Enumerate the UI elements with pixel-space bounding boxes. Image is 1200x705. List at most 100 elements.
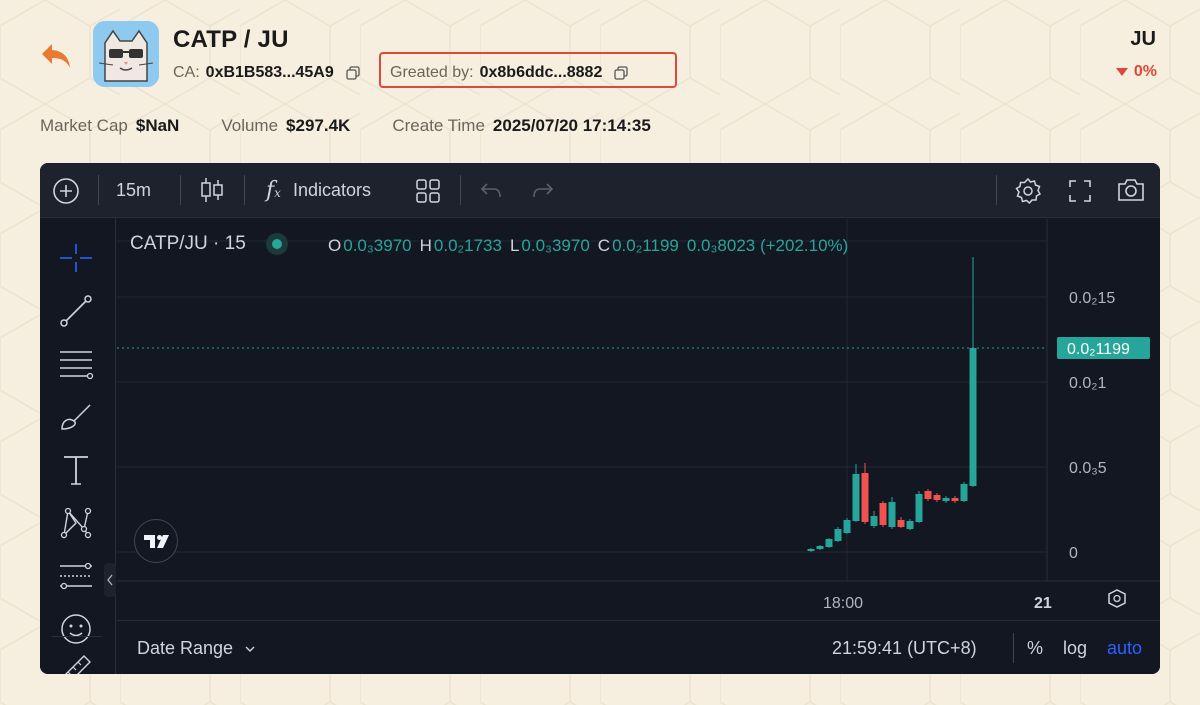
add-symbol-icon[interactable] (52, 177, 80, 205)
create-time-label: Create Time (392, 116, 485, 135)
toolbar-separator (98, 175, 99, 205)
toolbar-separator (180, 175, 181, 205)
created-by-value: 0x8b6ddc...8882 (479, 64, 603, 81)
chevron-left-icon (107, 574, 113, 586)
pattern-tool-icon[interactable] (58, 505, 94, 541)
x-tick-label: 21 (1034, 595, 1052, 612)
candle-body (861, 473, 869, 522)
forecast-tool-icon[interactable] (58, 558, 94, 594)
ruler-icon[interactable] (58, 650, 94, 674)
candle-body (924, 491, 932, 499)
axis-settings-icon (1108, 589, 1126, 608)
interval-button[interactable]: 15m (116, 178, 151, 202)
crosshair-icon[interactable] (58, 240, 94, 276)
camera-screenshot-icon[interactable] (1116, 177, 1146, 203)
ca-value: 0xB1B583...45A9 (205, 64, 334, 81)
tradingview-logo[interactable] (134, 519, 178, 563)
layouts-grid-icon[interactable] (416, 179, 440, 203)
indicators-button[interactable]: fx Indicators (266, 176, 371, 204)
low-value: 0.0₃3970 (521, 236, 590, 255)
candle-body (816, 546, 824, 549)
change-value: 0.0₃8023 (+202.10%) (686, 236, 849, 255)
ohlc-values: O 0.0₃3970 H 0.0₂1733 L 0.0₃3970 C 0.0₂1… (328, 236, 856, 256)
chart-legend: CATP/JU · 15 (130, 233, 288, 255)
redo-icon[interactable] (532, 179, 554, 201)
market-cap-value: $NaN (135, 116, 180, 135)
y-tick-label: 0.0₂1 (1069, 375, 1106, 392)
candles-icon[interactable] (200, 176, 224, 204)
chevron-down-icon (245, 646, 255, 652)
collapse-sidebar-handle[interactable] (104, 563, 116, 597)
brush-icon[interactable] (58, 399, 94, 435)
low-label: L (509, 236, 520, 255)
candle-body (834, 529, 842, 541)
current-price-tag-label: 0.0₂1199 (1067, 341, 1130, 358)
toolbar-separator (996, 175, 997, 205)
ca-label: CA: (173, 64, 200, 81)
candle-body (897, 520, 905, 527)
bottom-separator (1013, 633, 1014, 663)
candle-body (960, 484, 968, 501)
x-tick-label: 18:00 (823, 595, 863, 612)
indicators-label: Indicators (292, 179, 371, 200)
clock-time[interactable]: 21:59:41 (UTC+8) (832, 638, 977, 659)
candle-body (870, 516, 878, 526)
y-tick-label: 0.0₂15 (1069, 290, 1115, 307)
undo-icon[interactable] (480, 179, 502, 201)
y-tick-label: 0.0₃5 (1069, 460, 1107, 477)
candle-body (879, 503, 887, 525)
high-value: 0.0₂1733 (433, 236, 502, 255)
chart-bottom-bar: Date Range 21:59:41 (UTC+8) % log auto (117, 620, 1160, 674)
pair-title: CATP / JU (173, 26, 289, 53)
date-range-dropdown[interactable]: Date Range (137, 638, 256, 659)
fullscreen-icon[interactable] (1068, 179, 1092, 203)
drawing-tools-sidebar (40, 218, 116, 674)
candle-body (807, 549, 815, 551)
cat-logo-icon (93, 21, 159, 87)
open-value: 0.0₃3970 (343, 236, 412, 255)
auto-toggle[interactable]: auto (1107, 638, 1142, 659)
quote-ticker: JU (1130, 28, 1156, 50)
candle-body (843, 520, 851, 533)
percent-toggle[interactable]: % (1027, 638, 1043, 659)
close-value: 0.0₂1199 (612, 236, 679, 255)
axis-settings-icon-center (1113, 594, 1121, 603)
candle-body (852, 474, 860, 521)
emoji-smile-icon[interactable] (58, 611, 94, 647)
price-change-value: 0% (1133, 63, 1157, 80)
down-triangle-icon (1115, 68, 1128, 76)
text-tool-icon[interactable] (58, 452, 94, 488)
create-time-value: 2025/07/20 17:14:35 (492, 116, 651, 135)
log-toggle[interactable]: log (1063, 638, 1087, 659)
contract-address-row: CA: 0xB1B583...45A9 (173, 64, 360, 82)
created-by-row: Greated by: 0x8b6ddc...8882 (390, 64, 629, 82)
toolbar-separator (460, 175, 461, 205)
token-avatar (93, 21, 159, 87)
copy-ca-icon[interactable] (346, 66, 360, 80)
candle-body (942, 498, 950, 501)
settings-gear-icon[interactable] (1014, 177, 1042, 205)
y-tick-label: 0 (1069, 545, 1078, 562)
candle-body (969, 348, 977, 486)
copy-creator-icon[interactable] (614, 66, 629, 80)
candle-body (933, 495, 941, 500)
volume-value: $297.4K (286, 116, 351, 135)
candle-body (906, 521, 914, 529)
close-label: C (597, 236, 611, 255)
volume-label: Volume (221, 116, 279, 135)
tools-divider (52, 636, 102, 637)
candle-body (915, 494, 923, 522)
candlestick-chart[interactable]: 0.0₂15 0.0₂1 0.0₃5 0 0.0₂1199 18:00 21 (117, 219, 1160, 619)
candle-body (888, 502, 896, 527)
high-label: H (419, 236, 432, 255)
horizontal-lines-icon[interactable] (58, 346, 94, 382)
candle-body (951, 498, 959, 501)
tradingview-logo-icon (144, 535, 169, 548)
back-arrow-icon[interactable] (38, 38, 74, 74)
toolbar-separator (244, 175, 245, 205)
trend-line-icon[interactable] (58, 293, 94, 329)
function-icon: fx (266, 177, 281, 203)
candle-body (825, 539, 833, 547)
date-range-label: Date Range (137, 638, 234, 658)
market-status-icon (265, 233, 288, 255)
